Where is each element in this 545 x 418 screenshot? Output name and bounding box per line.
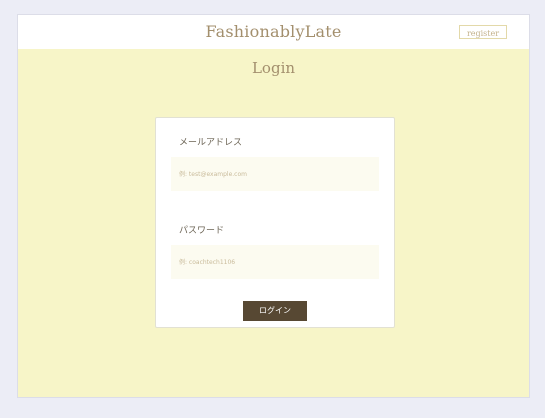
email-field[interactable] [171,157,379,191]
email-label: メールアドレス [179,138,243,148]
site-header: FashionablyLate register [18,15,529,49]
login-form: メールアドレス パスワード ログイン [155,117,395,328]
page-title: Login [251,59,296,77]
password-field[interactable] [171,245,379,279]
site-logo[interactable]: FashionablyLate [18,22,529,41]
register-button[interactable]: register [459,25,507,39]
app-frame: FashionablyLate register Login メールアドレス パ… [17,14,530,398]
password-label: パスワード [179,226,225,236]
login-button[interactable]: ログイン [243,301,307,321]
